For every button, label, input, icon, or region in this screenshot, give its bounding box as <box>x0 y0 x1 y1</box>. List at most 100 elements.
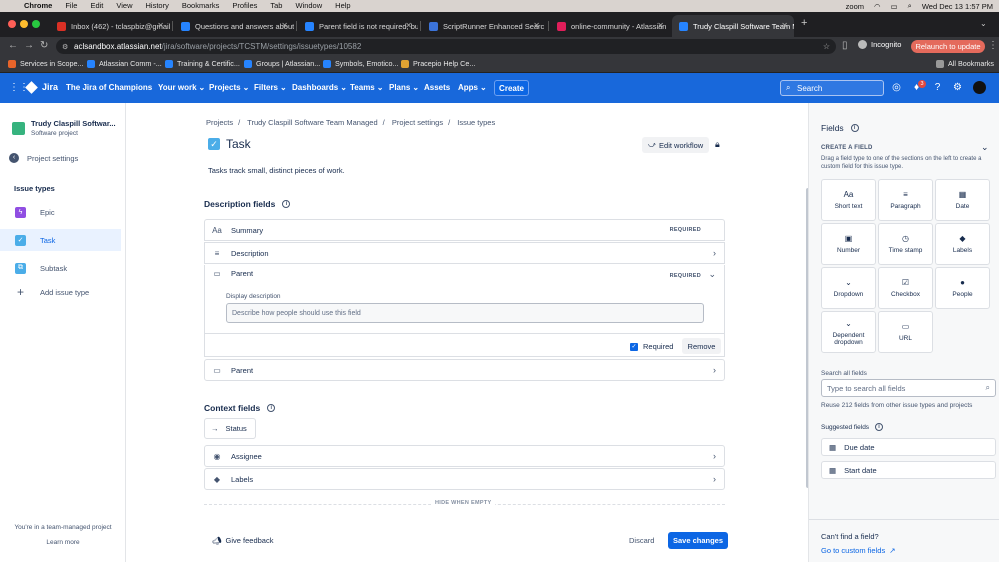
minimize-window-icon[interactable] <box>20 20 28 28</box>
field-tile-url[interactable]: ▭ URL <box>878 311 933 353</box>
menu-tab[interactable]: Tab <box>270 0 282 12</box>
suggested-field-due-date[interactable]: ▦ Due date <box>821 438 996 456</box>
give-feedback-button[interactable]: 📣︎ Give feedback <box>212 536 273 545</box>
menu-window[interactable]: Window <box>295 0 322 12</box>
field-tile-paragraph[interactable]: ≡ Paragraph <box>878 179 933 221</box>
new-tab-icon[interactable]: + <box>801 17 807 29</box>
all-bookmarks[interactable]: All Bookmarks <box>936 59 994 68</box>
field-tile-short-text[interactable]: Aa Short text <box>821 179 876 221</box>
battery-icon[interactable]: ▭ <box>891 2 898 11</box>
search-fields-input[interactable]: Type to search all fields ⌕ <box>821 379 996 397</box>
relaunch-button[interactable]: Relaunch to update <box>911 40 985 53</box>
close-window-icon[interactable] <box>8 20 16 28</box>
more-icon[interactable]: ⋮ <box>988 40 998 51</box>
nav-filters[interactable]: Filters ⌄ <box>254 83 287 92</box>
field-tile-date[interactable]: ▦ Date <box>935 179 990 221</box>
breadcrumb-issue-types[interactable]: Issue types <box>457 118 495 127</box>
info-icon[interactable]: i <box>850 124 859 132</box>
reload-icon[interactable]: ↻ <box>40 40 48 51</box>
close-icon[interactable]: ✕ <box>157 21 164 30</box>
site-info-icon[interactable]: ⚙ <box>62 43 68 51</box>
info-icon[interactable]: i <box>282 200 291 208</box>
menu-view[interactable]: View <box>116 0 132 12</box>
search-icon[interactable]: ⌕ <box>908 1 912 11</box>
bookmark-item[interactable]: Training & Certific... <box>165 59 240 68</box>
zoom-window-icon[interactable] <box>32 20 40 28</box>
field-tile-number[interactable]: ▣ Number <box>821 223 876 265</box>
avatar[interactable] <box>973 81 986 94</box>
field-row-assignee[interactable]: ◉ Assignee › <box>204 445 725 467</box>
field-tile-checkbox[interactable]: ☑ Checkbox <box>878 267 933 309</box>
url-bar[interactable]: ⚙ aclsandbox.atlassian.net/jira/software… <box>56 39 836 54</box>
edit-workflow-button[interactable]: ⤻ Edit workflow <box>642 137 710 153</box>
field-tile-dependent-dropdown[interactable]: ⌄ Dependent dropdown <box>821 311 876 353</box>
menu-profiles[interactable]: Profiles <box>232 0 257 12</box>
nav-assets[interactable]: Assets <box>424 83 450 92</box>
field-row-description[interactable]: ≡ Description › <box>204 242 725 264</box>
bookmark-item[interactable]: Groups | Atlassian... <box>244 59 320 68</box>
chevron-right-icon[interactable]: › <box>713 248 716 258</box>
help-compass-icon[interactable]: ◎ <box>890 81 903 94</box>
close-icon[interactable]: ✕ <box>533 21 540 30</box>
field-tile-dropdown[interactable]: ⌄ Dropdown <box>821 267 876 309</box>
field-tile-people[interactable]: ● People <box>935 267 990 309</box>
field-row-summary[interactable]: Aa Summary REQUIRED <box>204 219 725 241</box>
tab-gmail[interactable]: Inbox (462) - tclaspbiz@gmail ✕ <box>50 15 170 37</box>
close-icon[interactable]: ✕ <box>781 21 788 30</box>
tab-community-questions[interactable]: Questions and answers about ✕ <box>174 15 294 37</box>
menu-history[interactable]: History <box>146 0 169 12</box>
create-button[interactable]: Create <box>494 80 529 96</box>
jira-logo[interactable]: Jira <box>25 80 58 94</box>
chevron-right-icon[interactable]: › <box>713 474 716 484</box>
nav-teams[interactable]: Teams ⌄ <box>350 83 383 92</box>
custom-fields-link[interactable]: Go to custom fields ↗ <box>821 546 896 555</box>
zoom-status[interactable]: zoom <box>846 2 864 11</box>
field-row-parent[interactable]: ▭ Parent › <box>204 359 725 381</box>
add-issue-type[interactable]: + Add issue type <box>0 281 121 303</box>
breadcrumb-projects[interactable]: Projects <box>206 118 233 127</box>
chevron-right-icon[interactable]: › <box>713 365 716 375</box>
sidebar-item-epic[interactable]: ϟ Epic <box>0 201 121 223</box>
gear-icon[interactable]: ⚙ <box>951 81 964 94</box>
chevron-right-icon[interactable]: › <box>713 451 716 461</box>
bookmark-item[interactable]: Atlassian Comm -... <box>87 59 162 68</box>
sidebar-item-subtask[interactable]: ⧉ Subtask <box>0 257 121 279</box>
suggested-field-start-date[interactable]: ▦ Start date <box>821 461 996 479</box>
discard-button[interactable]: Discard <box>629 536 654 545</box>
save-changes-button[interactable]: Save changes <box>668 532 728 549</box>
menu-file[interactable]: File <box>65 0 77 12</box>
app-switcher-icon[interactable]: ⋮⋮ <box>9 81 29 94</box>
back-icon[interactable]: ← <box>8 40 18 51</box>
info-icon[interactable]: i <box>267 404 276 412</box>
nav-dashboards[interactable]: Dashboards ⌄ <box>292 83 347 92</box>
nav-projects[interactable]: Projects ⌄ <box>209 83 249 92</box>
lock-icon[interactable]: 🔒︎ <box>715 139 720 150</box>
field-tile-time-stamp[interactable]: ◷ Time stamp <box>878 223 933 265</box>
display-description-input[interactable]: Describe how people should use this fiel… <box>226 303 704 323</box>
close-icon[interactable]: ✕ <box>657 21 664 30</box>
sidebar-icon[interactable]: ▯ <box>842 40 848 51</box>
chevron-down-icon[interactable]: ⌄ <box>980 19 987 28</box>
incognito-indicator[interactable]: Incognito <box>858 40 901 49</box>
help-icon[interactable]: ? <box>931 81 944 94</box>
project-avatar[interactable] <box>12 122 25 135</box>
tab-scriptrunner[interactable]: ScriptRunner Enhanced Searc ✕ <box>422 15 546 37</box>
nav-apps[interactable]: Apps ⌄ <box>458 83 487 92</box>
learn-more-link[interactable]: Learn more <box>0 539 126 546</box>
tab-jira-active[interactable]: Trudy Claspill Software Team M ✕ <box>672 15 794 37</box>
tab-parent-field[interactable]: Parent field is not required, bu ✕ <box>298 15 418 37</box>
project-name[interactable]: Trudy Claspill Softwar... <box>31 119 116 128</box>
close-icon[interactable]: ✕ <box>281 21 288 30</box>
field-tile-labels[interactable]: ◆ Labels <box>935 223 990 265</box>
menu-help[interactable]: Help <box>335 0 350 12</box>
app-menu[interactable]: Chrome <box>24 0 52 12</box>
chevron-down-icon[interactable]: ⌄ <box>981 142 989 153</box>
bookmark-item[interactable]: Symbols, Emotico... <box>323 59 399 68</box>
bookmark-item[interactable]: Pracepio Help Ce... <box>401 59 475 68</box>
status-field[interactable]: → Status <box>204 418 256 439</box>
menu-bookmarks[interactable]: Bookmarks <box>182 0 220 12</box>
field-row-labels[interactable]: ◆ Labels › <box>204 468 725 490</box>
menu-edit[interactable]: Edit <box>90 0 103 12</box>
issue-type-description[interactable]: Tasks track small, distinct pieces of wo… <box>208 166 345 175</box>
search-input[interactable]: ⌕ Search <box>780 80 884 96</box>
